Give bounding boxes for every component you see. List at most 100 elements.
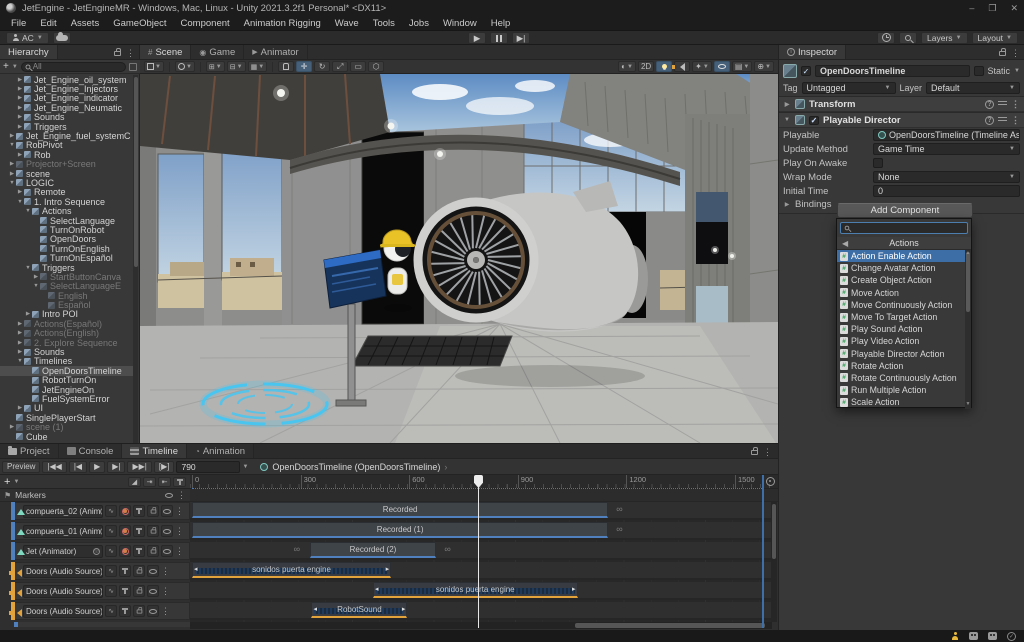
- expand-arrow-icon[interactable]: ▶: [16, 95, 24, 101]
- play-button[interactable]: ▶: [89, 461, 105, 473]
- track-name-field[interactable]: Doors (Audio Source)◎: [23, 565, 103, 578]
- component-option-run-multiple-action[interactable]: #Run Multiple Action: [837, 384, 967, 396]
- object-picker-icon[interactable]: ◎: [100, 528, 103, 535]
- hierarchy-search-input[interactable]: All: [21, 62, 126, 72]
- step-button[interactable]: ▶|: [512, 32, 530, 44]
- track-lane-2[interactable]: Recorded (2)∞∞: [190, 542, 772, 560]
- rotate-tool-button[interactable]: ↻: [314, 61, 330, 72]
- expand-arrow-icon[interactable]: ▶: [16, 340, 24, 346]
- track-menu-icon[interactable]: ⋮: [175, 546, 184, 557]
- lock-icon[interactable]: [147, 505, 159, 517]
- curves-toggle-icon[interactable]: ∿: [105, 605, 117, 617]
- hierarchy-scrollbar[interactable]: [133, 75, 138, 443]
- hierarchy-item-turnonespa-ol[interactable]: TurnOnEspañol: [0, 253, 133, 262]
- lock-icon[interactable]: [751, 450, 758, 455]
- frame-dropdown-icon[interactable]: ▼: [242, 464, 248, 470]
- lock-icon[interactable]: [999, 51, 1006, 56]
- hierarchy-item-rob[interactable]: ▶Rob: [0, 150, 133, 159]
- tab-hierarchy[interactable]: Hierarchy: [0, 45, 58, 59]
- hierarchy-item-selectlanguage[interactable]: SelectLanguage: [0, 216, 133, 225]
- hierarchy-item-sounds[interactable]: ▶Sounds: [0, 113, 133, 122]
- pin-icon[interactable]: [119, 605, 131, 617]
- hierarchy-item-startbuttoncanva[interactable]: ▶StartButtonCanva: [0, 272, 133, 281]
- expand-arrow-icon[interactable]: ▶: [16, 321, 24, 327]
- expand-arrow-icon[interactable]: ▶: [8, 424, 16, 430]
- object-name-field[interactable]: OpenDoorsTimeline: [815, 65, 970, 77]
- component-category-header[interactable]: ◀ Actions: [837, 237, 971, 250]
- gear-icon[interactable]: [766, 477, 775, 486]
- scene-viewport[interactable]: [140, 74, 778, 443]
- track-name-field[interactable]: Doors (Audio Source)◎: [23, 605, 103, 618]
- expand-arrow-icon[interactable]: ▶: [16, 114, 24, 120]
- menu-assets[interactable]: Assets: [64, 18, 107, 29]
- expand-arrow-icon[interactable]: ▼: [24, 208, 32, 214]
- menu-file[interactable]: File: [4, 18, 33, 29]
- play-button[interactable]: ▶: [468, 32, 486, 44]
- curves-toggle-icon[interactable]: ∿: [105, 525, 117, 537]
- component-option-change-avatar-action[interactable]: #Change Avatar Action: [837, 262, 967, 274]
- hierarchy-item-jetengineon[interactable]: JetEngineOn: [0, 385, 133, 394]
- playable-director-header[interactable]: ▼ ✓ Playable Director ? ⋮: [779, 112, 1024, 128]
- expand-arrow-icon[interactable]: ▼: [32, 283, 40, 289]
- undo-history-button[interactable]: [877, 32, 895, 44]
- hierarchy-item-triggers[interactable]: ▼Triggers: [0, 263, 133, 272]
- tab-game[interactable]: ◉Game: [191, 45, 244, 59]
- collab-person-icon[interactable]: [951, 632, 959, 640]
- hierarchy-item-2-explore-sequence[interactable]: ▶2. Explore Sequence: [0, 338, 133, 347]
- hierarchy-item-robpivot[interactable]: ▼RobPivot: [0, 141, 133, 150]
- track-name-field[interactable]: Doors (Audio Source)◎: [23, 585, 103, 598]
- hierarchy-item-turnonrobot[interactable]: TurnOnRobot: [0, 225, 133, 234]
- expand-arrow-icon[interactable]: ▼: [8, 142, 16, 148]
- lock-icon[interactable]: [114, 51, 121, 56]
- expand-arrow-icon[interactable]: ▶: [16, 105, 24, 111]
- tab-animation[interactable]: ◔Animation: [187, 444, 254, 458]
- record-button[interactable]: [119, 545, 131, 557]
- pin-icon[interactable]: [119, 565, 131, 577]
- eye-icon[interactable]: [147, 605, 159, 617]
- tab-scene[interactable]: #Scene: [140, 45, 191, 59]
- mix-mode-button[interactable]: ⇥: [143, 477, 156, 487]
- component-option-play-video-action[interactable]: #Play Video Action: [837, 335, 967, 347]
- shading-mode-dropdown[interactable]: ◐▼: [618, 61, 636, 72]
- hierarchy-item-scene[interactable]: ▶scene: [0, 169, 133, 178]
- expand-arrow-icon[interactable]: ▶: [16, 349, 24, 355]
- tag-dropdown[interactable]: Untagged▼: [802, 82, 896, 94]
- snap-rotate-dropdown[interactable]: ⊟▼: [227, 61, 246, 72]
- tab-project[interactable]: Project: [0, 444, 59, 458]
- component-option-move-action[interactable]: #Move Action: [837, 287, 967, 299]
- frame-field[interactable]: 790: [176, 461, 240, 473]
- curves-toggle-icon[interactable]: ∿: [105, 565, 117, 577]
- replace-mode-button[interactable]: [173, 477, 186, 487]
- draw-mode-dropdown[interactable]: ▼: [144, 61, 164, 72]
- hierarchy-item-jet-engine-neumatic[interactable]: ▶Jet_Engine_Neumatic: [0, 103, 133, 112]
- hierarchy-item-intro-poi[interactable]: ▶Intro POI: [0, 310, 133, 319]
- initial-time-field[interactable]: 0: [873, 185, 1020, 197]
- layer-dropdown[interactable]: Default▼: [926, 82, 1020, 94]
- component-option-rotate-action[interactable]: #Rotate Action: [837, 360, 967, 372]
- hierarchy-item-cube[interactable]: Cube: [0, 432, 133, 441]
- component-option-scale-action[interactable]: #Scale Action: [837, 396, 967, 408]
- menu-window[interactable]: Window: [436, 18, 484, 29]
- markers-track-header[interactable]: ⚑ Markers ⋮: [0, 489, 190, 502]
- expand-arrow-icon[interactable]: ▶: [8, 161, 16, 167]
- curves-view-button[interactable]: ◢: [128, 477, 141, 487]
- hierarchy-item-jet-engine-oil-system[interactable]: ▶Jet_Engine_oil_system: [0, 75, 133, 84]
- component-list-scrollbar[interactable]: [965, 250, 971, 409]
- panel-menu-icon[interactable]: ⋮: [126, 48, 135, 59]
- add-component-button[interactable]: Add Component: [837, 203, 973, 218]
- hierarchy-item-1-intro-sequence[interactable]: ▼1. Intro Sequence: [0, 197, 133, 206]
- expand-arrow-icon[interactable]: ▶: [8, 133, 16, 139]
- hierarchy-item-ui[interactable]: ▶UI: [0, 404, 133, 413]
- close-button[interactable]: ✕: [1010, 3, 1018, 14]
- menu-wave[interactable]: Wave: [328, 18, 366, 29]
- preview-toggle-button[interactable]: Preview: [2, 461, 40, 473]
- pin-icon[interactable]: [133, 545, 145, 557]
- panel-menu-icon[interactable]: ⋮: [1011, 48, 1020, 59]
- timeline-vertical-scrollbar[interactable]: [771, 502, 777, 622]
- presets-icon[interactable]: [998, 116, 1007, 124]
- pin-icon[interactable]: [133, 525, 145, 537]
- scale-tool-button[interactable]: ⤢: [332, 61, 348, 72]
- 2d-toggle-button[interactable]: 2D: [638, 61, 654, 72]
- track-header-doors-audio-source-4[interactable]: Doors (Audio Source)◎∿⋮: [14, 582, 190, 600]
- expand-arrow-icon[interactable]: ▶: [16, 77, 24, 83]
